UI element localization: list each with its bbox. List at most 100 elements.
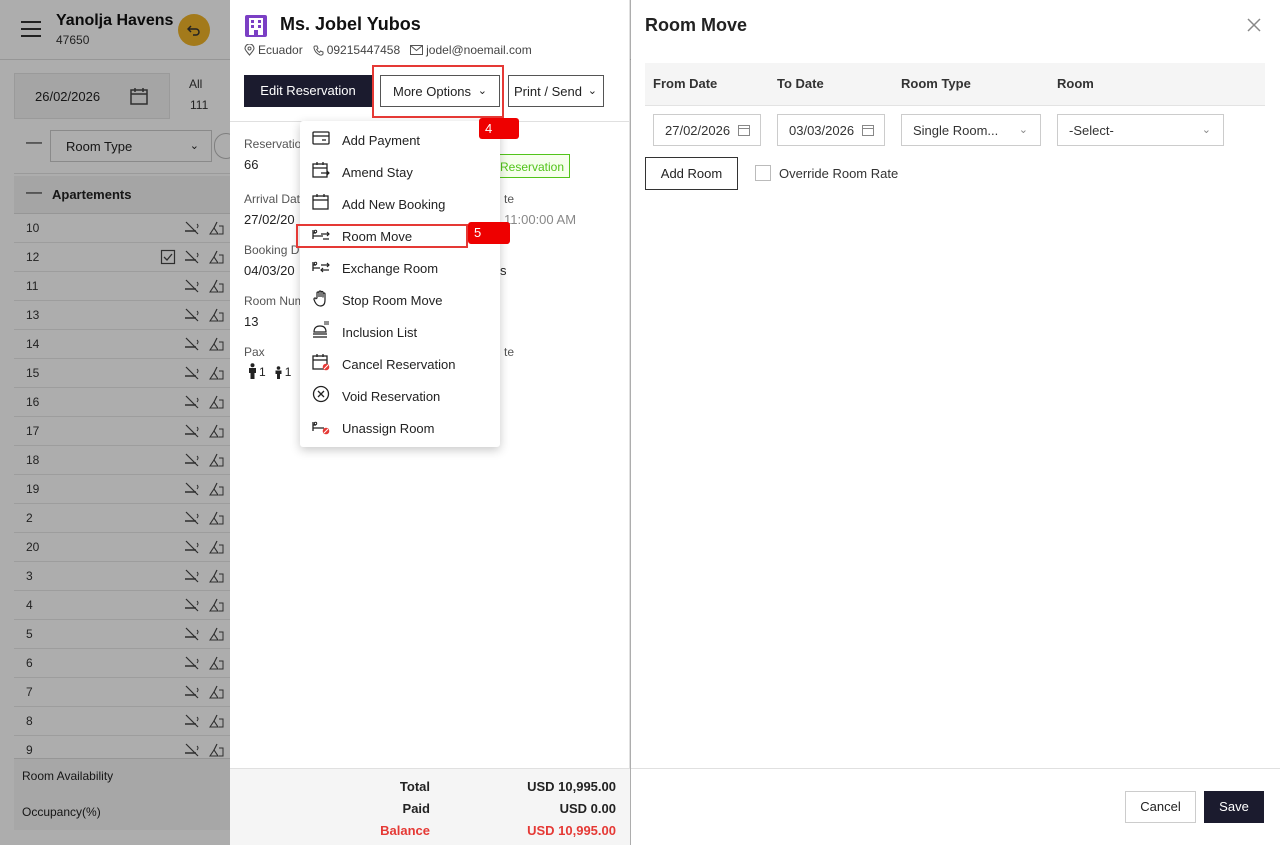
add-room-button[interactable]: Add Room [645,157,738,190]
room-move-table-header: From Date To Date Room Type Room [645,63,1265,106]
room-value: -Select- [1069,123,1114,138]
child-count: 1 [284,365,292,379]
adult-count: 1 [259,365,266,379]
reservation-totals: Total USD 10,995.00 Paid USD 0.00 Balanc… [230,768,630,845]
inclusion-list-icon [313,321,329,338]
arrival-date-value: 27/02/20 [244,212,295,227]
balance-value: USD 10,995.00 [527,823,616,838]
exchange-room-icon [312,261,330,273]
cancel-button[interactable]: Cancel [1125,791,1196,823]
adult-icon [249,363,256,379]
to-date-field[interactable]: 03/03/2026 [777,114,885,146]
room-type-value: Single Room... [913,123,999,138]
guest-contact-row: Ecuador 09215447458 jodel@noemail.com [244,43,532,57]
menu-item-exchange-room[interactable]: Exchange Room [300,251,500,283]
arrival-time-label: te [504,192,515,206]
menu-item-label: Inclusion List [342,325,418,340]
panel-title: Room Move [645,15,748,35]
guest-name: Ms. Jobel Yubos [280,14,421,34]
menu-item-add-new-booking[interactable]: Add New Booking [300,187,500,219]
edit-reservation-button[interactable]: Edit Reservation [244,75,372,107]
room-move-panel: Room Move From Date To Date Room Type Ro… [631,0,1280,845]
menu-item-inclusion-list[interactable]: Inclusion List [300,315,500,347]
save-button[interactable]: Save [1204,791,1264,823]
booking-date-value: 04/03/20 [244,263,295,278]
amend-calendar-icon [312,162,330,178]
annotation-step-5: 5 [468,222,510,244]
from-date-field[interactable]: 27/02/2026 [653,114,761,146]
booking-extra: s [500,263,507,278]
menu-item-label: Add New Booking [342,197,446,212]
menu-item-label: Add Payment [342,133,421,148]
phone-icon [313,45,324,56]
building-icon [245,15,267,37]
guest-country: Ecuador [258,43,303,57]
divider [631,768,1280,769]
column-from-date: From Date [653,76,718,91]
menu-item-label: Void Reservation [342,389,441,404]
hand-stop-icon [313,290,326,307]
room-select[interactable]: -Select- ⌄ [1057,114,1224,146]
column-room: Room [1057,76,1094,91]
cancel-calendar-icon [312,354,330,371]
email-item: jodel@noemail.com [410,43,532,57]
menu-item-void-reservation[interactable]: Void Reservation [300,379,500,411]
mail-icon [410,45,424,55]
paid-value: USD 0.00 [559,801,616,816]
column-to-date: To Date [777,76,824,91]
more-options-menu: Add Payment Amend Stay Add New Booking R… [300,121,500,447]
to-date-value: 03/03/2026 [789,123,855,138]
chevron-down-icon: ⌄ [587,85,597,97]
calendar-icon [312,194,329,210]
menu-item-amend-stay[interactable]: Amend Stay [300,155,500,187]
room-number-value: 13 [244,314,259,329]
menu-item-label: Stop Room Move [342,293,443,308]
annotation-box-room-move [296,224,468,248]
menu-item-add-payment[interactable]: Add Payment [300,123,500,155]
menu-item-label: Unassign Room [342,421,435,436]
pax-right-label: te [504,345,515,359]
menu-item-label: Cancel Reservation [342,357,456,372]
country-item: Ecuador [244,43,303,57]
child-icon [275,366,282,379]
location-pin-icon [244,44,255,56]
status-badge: Reservation [496,154,570,178]
room-number-label: Room Num [244,294,305,308]
booking-date-label: Booking D [244,243,300,257]
pax-label: Pax [244,345,265,359]
total-label: Total [399,779,430,794]
chevron-down-icon: ⌄ [1201,124,1211,136]
guest-phone: 09215447458 [326,43,401,57]
print-send-label: Print / Send [514,84,582,99]
total-value: USD 10,995.00 [527,779,616,794]
pax-counts: 1 1 [248,363,291,379]
menu-item-cancel-reservation[interactable]: Cancel Reservation [300,347,500,379]
close-icon[interactable] [1245,16,1263,34]
calendar-icon [862,125,874,136]
unassign-bed-icon [312,421,330,435]
override-room-rate-label: Override Room Rate [779,166,899,181]
from-date-value: 27/02/2026 [665,123,731,138]
print-send-button[interactable]: Print / Send ⌄ [508,75,604,107]
override-room-rate-checkbox[interactable] [755,165,771,181]
reservation-label: Reservatio [244,137,302,151]
room-type-select[interactable]: Single Room... ⌄ [901,114,1041,146]
annotation-step-4: 4 [479,118,519,139]
paid-label: Paid [402,801,430,816]
phone-item: 09215447458 [313,43,400,57]
chevron-down-icon: ⌄ [1018,124,1028,136]
balance-label: Balance [380,823,430,838]
menu-item-stop-room-move[interactable]: Stop Room Move [300,283,500,315]
guest-email: jodel@noemail.com [426,43,532,57]
arrival-date-label: Arrival Dat [244,192,301,206]
arrival-time-value: 11:00:00 AM [504,212,577,227]
calendar-icon [738,125,750,136]
column-room-type: Room Type [901,76,971,91]
annotation-box-more-options [372,65,504,118]
menu-item-unassign-room[interactable]: Unassign Room [300,411,500,443]
void-circle-icon [312,385,330,403]
menu-item-label: Exchange Room [342,261,439,276]
reservation-number: 66 [244,157,259,172]
menu-item-label: Amend Stay [342,165,413,180]
payment-card-icon [312,131,330,145]
